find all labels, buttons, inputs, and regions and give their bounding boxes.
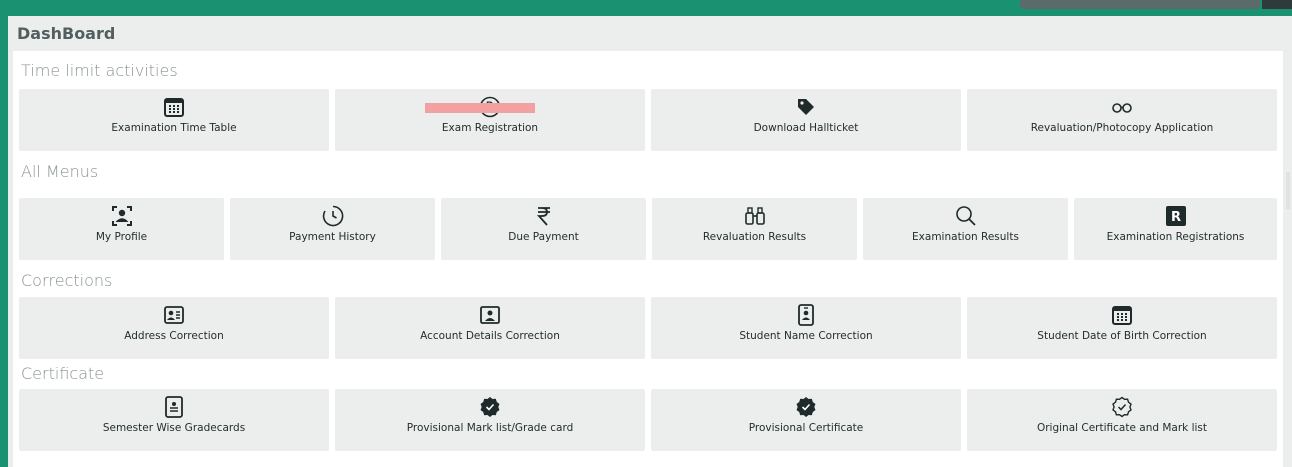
tile-label: Payment History bbox=[289, 231, 376, 243]
tile-student-dob-correction[interactable]: Student Date of Birth Correction bbox=[967, 297, 1277, 359]
tile-exam-registration[interactable]: R Exam Registration bbox=[335, 89, 645, 151]
tile-label: Provisional Mark list/Grade card bbox=[406, 422, 574, 434]
top-right-button[interactable] bbox=[1262, 0, 1292, 9]
tile-account-details-correction[interactable]: Account Details Correction bbox=[335, 297, 645, 359]
binoculars-icon bbox=[652, 205, 857, 227]
tile-label: Account Details Correction bbox=[420, 330, 560, 342]
tile-provisional-mark-list[interactable]: Provisional Mark list/Grade card bbox=[335, 389, 645, 451]
highlight-marker bbox=[425, 103, 535, 113]
tile-semester-wise-gradecards[interactable]: Semester Wise Gradecards bbox=[19, 389, 329, 451]
tag-icon bbox=[651, 96, 961, 118]
tile-student-name-correction[interactable]: Student Name Correction bbox=[651, 297, 961, 359]
tile-label: Revaluation/Photocopy Application bbox=[1030, 122, 1214, 134]
tile-download-hallticket[interactable]: Download Hallticket bbox=[651, 89, 961, 151]
id-card-icon bbox=[19, 304, 329, 326]
section-title-certificate: Certificate bbox=[21, 364, 105, 383]
calendar-grid-icon bbox=[967, 304, 1277, 326]
tile-label: Address Correction bbox=[124, 330, 224, 342]
search-icon bbox=[863, 205, 1068, 227]
tile-payment-history[interactable]: Payment History bbox=[230, 198, 435, 260]
tile-label: Examination Time Table bbox=[111, 122, 237, 134]
document-icon bbox=[19, 396, 329, 418]
tile-address-correction[interactable]: Address Correction bbox=[19, 297, 329, 359]
tile-original-certificate-mark-list[interactable]: Original Certificate and Mark list bbox=[967, 389, 1277, 451]
tile-my-profile[interactable]: My Profile bbox=[19, 198, 224, 260]
calendar-grid-icon bbox=[19, 96, 329, 118]
tile-label: Semester Wise Gradecards bbox=[102, 422, 246, 434]
section-title-corrections: Corrections bbox=[21, 271, 113, 290]
dashboard-content: Time limit activities Examination Time T… bbox=[13, 51, 1290, 467]
tile-label: Examination Results bbox=[912, 231, 1019, 243]
tile-label: Provisional Certificate bbox=[748, 422, 864, 434]
glasses-icon bbox=[967, 96, 1277, 118]
dashboard-panel: DashBoard Time limit activities Examinat… bbox=[8, 16, 1292, 467]
user-frame-icon bbox=[19, 205, 224, 227]
verified-outline-icon bbox=[967, 396, 1277, 418]
section-title-time-limit: Time limit activities bbox=[21, 61, 178, 80]
rupee-icon bbox=[441, 205, 646, 227]
tile-label: Download Hallticket bbox=[753, 122, 859, 134]
tile-revaluation-photocopy-application[interactable]: Revaluation/Photocopy Application bbox=[967, 89, 1277, 151]
scroll-indicator[interactable] bbox=[1286, 172, 1290, 209]
tile-revaluation-results[interactable]: Revaluation Results bbox=[652, 198, 857, 260]
tile-examination-time-table[interactable]: Examination Time Table bbox=[19, 89, 329, 151]
tile-label: My Profile bbox=[95, 231, 148, 243]
clock-history-icon bbox=[230, 205, 435, 227]
portrait-card-icon bbox=[335, 304, 645, 326]
tile-provisional-certificate[interactable]: Provisional Certificate bbox=[651, 389, 961, 451]
verified-badge-icon bbox=[335, 396, 645, 418]
tile-label: Due Payment bbox=[508, 231, 579, 243]
section-title-all-menus: All Menus bbox=[21, 162, 99, 181]
verified-badge-icon bbox=[651, 396, 961, 418]
page-title: DashBoard bbox=[17, 24, 116, 43]
tile-examination-results[interactable]: Examination Results bbox=[863, 198, 1068, 260]
tile-label: Original Certificate and Mark list bbox=[1036, 422, 1208, 434]
top-strip bbox=[0, 0, 1292, 16]
tile-label: Student Date of Birth Correction bbox=[1037, 330, 1207, 342]
tile-due-payment[interactable]: Due Payment bbox=[441, 198, 646, 260]
top-right-search-bar[interactable] bbox=[1020, 0, 1260, 9]
tile-label: Examination Registrations bbox=[1106, 231, 1245, 243]
svg-text:R: R bbox=[1170, 210, 1180, 225]
tile-label: Revaluation Results bbox=[702, 231, 807, 243]
tile-label: Student Name Correction bbox=[739, 330, 873, 342]
tile-label: Exam Registration bbox=[441, 122, 539, 134]
badge-icon bbox=[651, 304, 961, 326]
tile-examination-registrations[interactable]: R Examination Registrations bbox=[1074, 198, 1277, 260]
r-square-icon: R bbox=[1074, 205, 1277, 227]
